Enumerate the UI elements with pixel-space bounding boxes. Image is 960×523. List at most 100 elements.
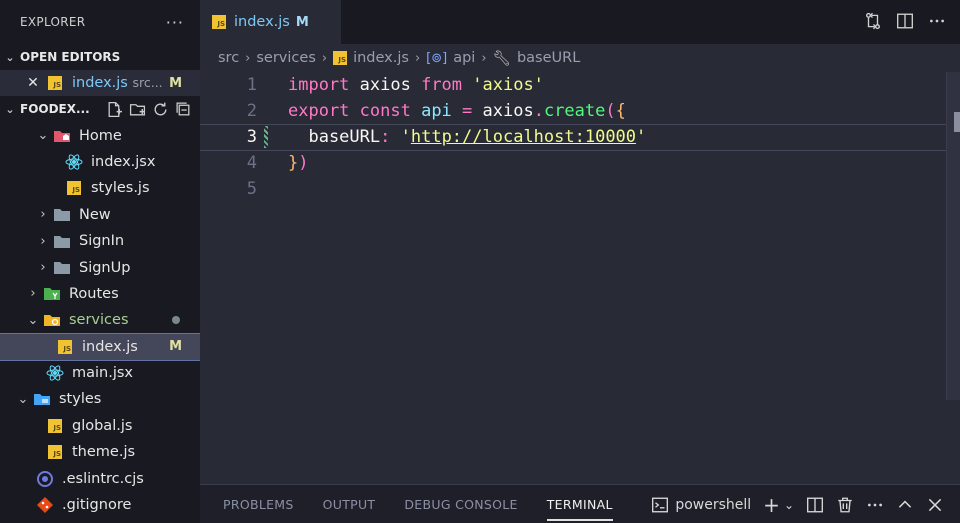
refresh-icon[interactable] <box>152 101 169 118</box>
tab-terminal[interactable]: TERMINAL <box>546 485 613 523</box>
js-file-icon: JS <box>65 179 83 197</box>
line-number: 2 <box>246 101 257 122</box>
chevron-down-icon[interactable]: ⌄ <box>784 498 794 512</box>
tree-item-index-js[interactable]: JS index.js M <box>0 332 200 361</box>
more-actions-icon[interactable] <box>928 12 946 30</box>
close-icon[interactable]: ✕ <box>26 75 40 91</box>
js-file-icon: JS <box>46 74 64 92</box>
line-number: 3 <box>246 127 257 148</box>
line-number: 1 <box>246 75 257 96</box>
tree-item-styles[interactable]: ⌄ styles <box>0 386 200 412</box>
tab-label: index.js <box>234 14 290 30</box>
chevron-right-icon: › <box>414 50 421 66</box>
tree-item-routes[interactable]: › Routes <box>0 281 200 307</box>
explorer-header: EXPLORER ··· <box>0 0 200 44</box>
react-icon <box>46 364 64 382</box>
dirty-diff-marker <box>264 126 268 149</box>
maximize-panel-icon[interactable] <box>896 496 914 514</box>
tree-item-index-jsx[interactable]: index.jsx <box>0 149 200 175</box>
open-editors-section[interactable]: ⌄ OPEN EDITORS <box>0 44 200 70</box>
code-line[interactable]: 1 import axios from 'axios' <box>200 72 946 99</box>
folder-styles-icon <box>33 390 51 408</box>
open-editor-name: index.js <box>72 75 128 92</box>
new-folder-icon[interactable] <box>129 101 146 118</box>
code-text: import axios from 'axios' <box>288 75 544 96</box>
tree-item-global-js[interactable]: JS global.js <box>0 413 200 439</box>
project-section[interactable]: ⌄ FOODEX... <box>0 96 200 122</box>
code-line[interactable]: 2 export const api = axios.create({ <box>200 98 946 125</box>
breadcrumb-file[interactable]: index.js <box>353 50 409 66</box>
bottom-panel: PROBLEMS OUTPUT DEBUG CONSOLE TERMINAL p… <box>200 484 960 523</box>
code-text: baseURL: 'http://localhost:10000' <box>288 127 647 148</box>
js-file-icon: JS <box>56 338 74 356</box>
editor-scrollbar[interactable] <box>946 72 960 400</box>
tree-item-label: global.js <box>72 417 133 434</box>
tree-item-gitignore[interactable]: .gitignore <box>0 492 200 518</box>
tree-item-signin[interactable]: › SignIn <box>0 228 200 254</box>
tree-item-label: SignIn <box>79 233 125 250</box>
modified-dot <box>172 316 180 325</box>
close-icon[interactable] <box>926 496 944 514</box>
split-editor-icon[interactable] <box>896 12 914 30</box>
breadcrumb-variable[interactable]: api <box>453 50 475 66</box>
new-terminal-icon[interactable]: + <box>763 493 780 517</box>
tree-item-styles-js[interactable]: JS styles.js <box>0 175 200 201</box>
tree-item-services[interactable]: ⌄ services <box>0 307 200 333</box>
chevron-right-icon: › <box>40 233 46 249</box>
js-file-icon: JS <box>333 51 348 65</box>
explorer-sidebar: EXPLORER ··· ⌄ OPEN EDITORS ✕ JS index.j… <box>0 0 200 523</box>
collapse-all-icon[interactable] <box>175 101 192 118</box>
folder-routes-icon <box>43 285 61 303</box>
tab-output[interactable]: OUTPUT <box>323 485 376 523</box>
tab-debug-console[interactable]: DEBUG CONSOLE <box>404 485 517 523</box>
breadcrumb-services[interactable]: services <box>256 50 316 66</box>
modified-badge: M <box>169 339 182 355</box>
variable-icon: [⊚] <box>426 50 448 66</box>
more-actions-icon[interactable] <box>866 496 884 514</box>
code-text: export const api = axios.create({ <box>288 101 626 122</box>
code-editor[interactable]: 1 import axios from 'axios' 2 export con… <box>200 72 960 484</box>
folder-services-icon <box>43 311 61 329</box>
breadcrumb-src[interactable]: src <box>218 50 239 66</box>
tree-item-label: styles <box>59 391 102 408</box>
tree-item-eslintrc[interactable]: .eslintrc.cjs <box>0 465 200 491</box>
split-terminal-icon[interactable] <box>806 496 824 514</box>
chevron-right-icon: › <box>40 260 46 276</box>
tab-problems[interactable]: PROBLEMS <box>223 485 294 523</box>
tree-item-home[interactable]: ⌄ Home <box>0 122 200 148</box>
git-icon <box>36 496 54 514</box>
tree-item-label: main.jsx <box>72 365 134 382</box>
code-line[interactable]: 4 }) <box>200 150 946 177</box>
chevron-right-icon: › <box>321 50 328 66</box>
tree-item-new[interactable]: › New <box>0 202 200 228</box>
trash-icon[interactable] <box>836 496 854 514</box>
tree-item-label: styles.js <box>91 180 150 197</box>
chevron-right-icon: › <box>30 286 36 302</box>
tree-item-main-jsx[interactable]: main.jsx <box>0 360 200 386</box>
project-label: FOODEX... <box>20 102 90 117</box>
code-line[interactable]: 5 <box>200 176 946 203</box>
tree-item-signup[interactable]: › SignUp <box>0 254 200 280</box>
chevron-right-icon: › <box>245 50 251 66</box>
terminal-name: powershell <box>675 497 752 513</box>
new-file-icon[interactable] <box>106 101 123 118</box>
code-line-current[interactable]: 3 baseURL: 'http://localhost:10000' <box>200 124 946 151</box>
tree-item-theme-js[interactable]: JS theme.js <box>0 439 200 465</box>
tab-index-js[interactable]: JS index.js M <box>200 0 341 44</box>
react-icon <box>65 153 83 171</box>
chevron-down-icon: ⌄ <box>27 312 39 328</box>
tree-item-label: services <box>69 312 129 329</box>
more-actions-icon[interactable]: ··· <box>166 13 184 32</box>
breadcrumb-property[interactable]: baseURL <box>517 50 580 66</box>
explorer-title: EXPLORER <box>20 15 86 29</box>
tree-item-label: SignUp <box>79 259 131 276</box>
scrollbar-marker <box>954 112 960 132</box>
modified-badge: M <box>295 14 309 30</box>
wrench-icon: 🔧︎ <box>492 50 511 67</box>
chevron-down-icon: ⌄ <box>17 391 29 407</box>
compare-changes-icon[interactable] <box>864 12 882 30</box>
js-file-icon: JS <box>46 443 64 461</box>
open-editor-item[interactable]: ✕ JS index.js src... M <box>0 70 200 97</box>
eslint-icon <box>36 470 54 488</box>
terminal-selector[interactable]: powershell <box>651 496 751 514</box>
